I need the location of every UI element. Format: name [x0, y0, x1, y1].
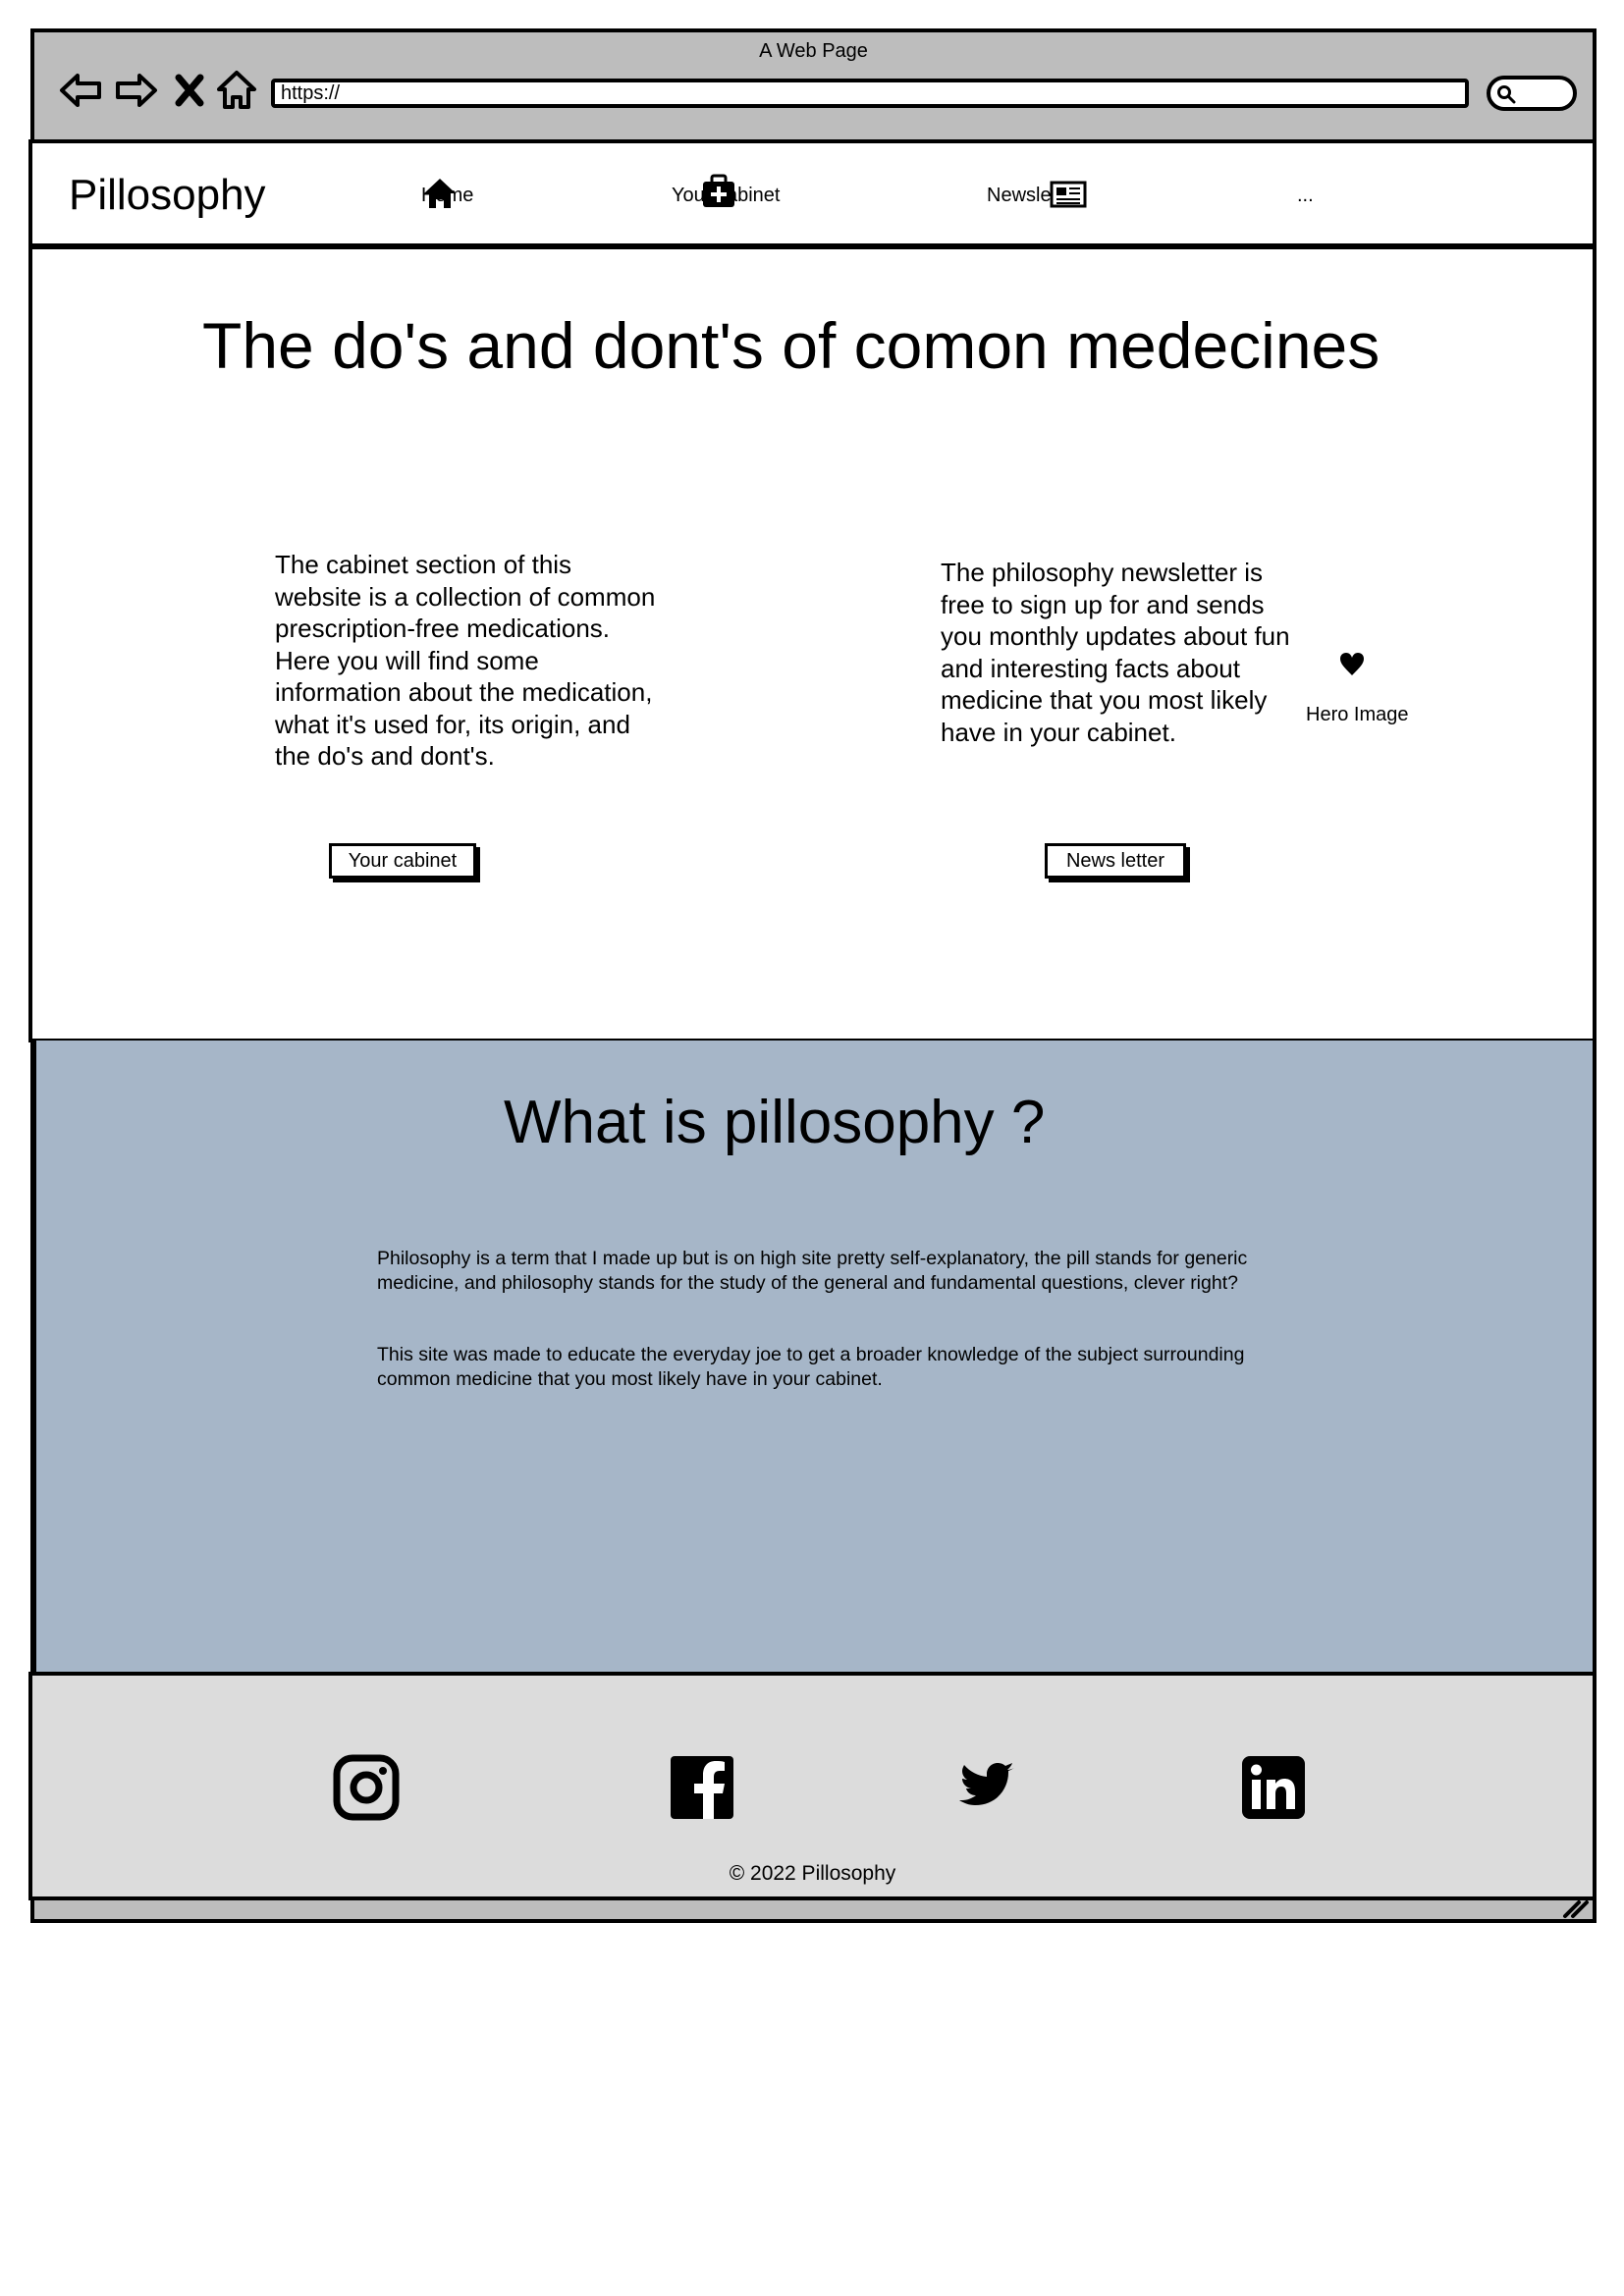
- hero-image-label: Hero Image: [1306, 704, 1409, 725]
- close-x-icon[interactable]: [165, 66, 214, 115]
- linkedin-icon[interactable]: [1240, 1754, 1307, 1821]
- newsletter-button[interactable]: News letter: [1045, 843, 1186, 879]
- cabinet-description: The cabinet section of this website is a…: [275, 550, 656, 771]
- copyright-text: © 2022 Pillosophy: [729, 1862, 896, 1885]
- home-outline-icon[interactable]: [212, 66, 261, 115]
- search-field[interactable]: [1487, 76, 1577, 111]
- facebook-icon[interactable]: [669, 1754, 735, 1821]
- resize-handle-icon[interactable]: [1561, 1896, 1591, 1920]
- newsletter-description: The philosophy newsletter is free to sig…: [941, 558, 1290, 747]
- about-section: What is pillosophy ? Philosophy is a ter…: [32, 1041, 1597, 1676]
- search-icon: [1497, 85, 1516, 104]
- forward-arrow-icon[interactable]: [112, 66, 161, 115]
- home-icon: [424, 179, 456, 208]
- about-paragraph-2: This site was made to educate the everyd…: [377, 1344, 1245, 1390]
- site-footer: © 2022 Pillosophy: [28, 1672, 1597, 1900]
- nav-more[interactable]: ...: [1297, 185, 1314, 207]
- hero-title: The do's and dont's of comon medecines: [202, 309, 1380, 382]
- instagram-icon[interactable]: [333, 1754, 400, 1821]
- site-header: Pillosophy Home Your cabinet Newsletter …: [28, 139, 1597, 247]
- heart-icon: [1340, 653, 1364, 675]
- about-paragraph-1: Philosophy is a term that I made up but …: [377, 1248, 1248, 1294]
- medkit-icon: [703, 174, 734, 207]
- your-cabinet-button[interactable]: Your cabinet: [329, 843, 476, 879]
- brand-logo[interactable]: Pillosophy: [69, 171, 266, 220]
- back-arrow-icon[interactable]: [56, 66, 105, 115]
- hero-section: The do's and dont's of comon medecines T…: [28, 245, 1597, 1042]
- window-title: A Web Page: [759, 40, 868, 62]
- url-bar[interactable]: https://: [271, 79, 1469, 108]
- newspaper-icon: [1050, 181, 1087, 208]
- about-title: What is pillosophy ?: [504, 1089, 1046, 1156]
- twitter-icon[interactable]: [951, 1754, 1018, 1821]
